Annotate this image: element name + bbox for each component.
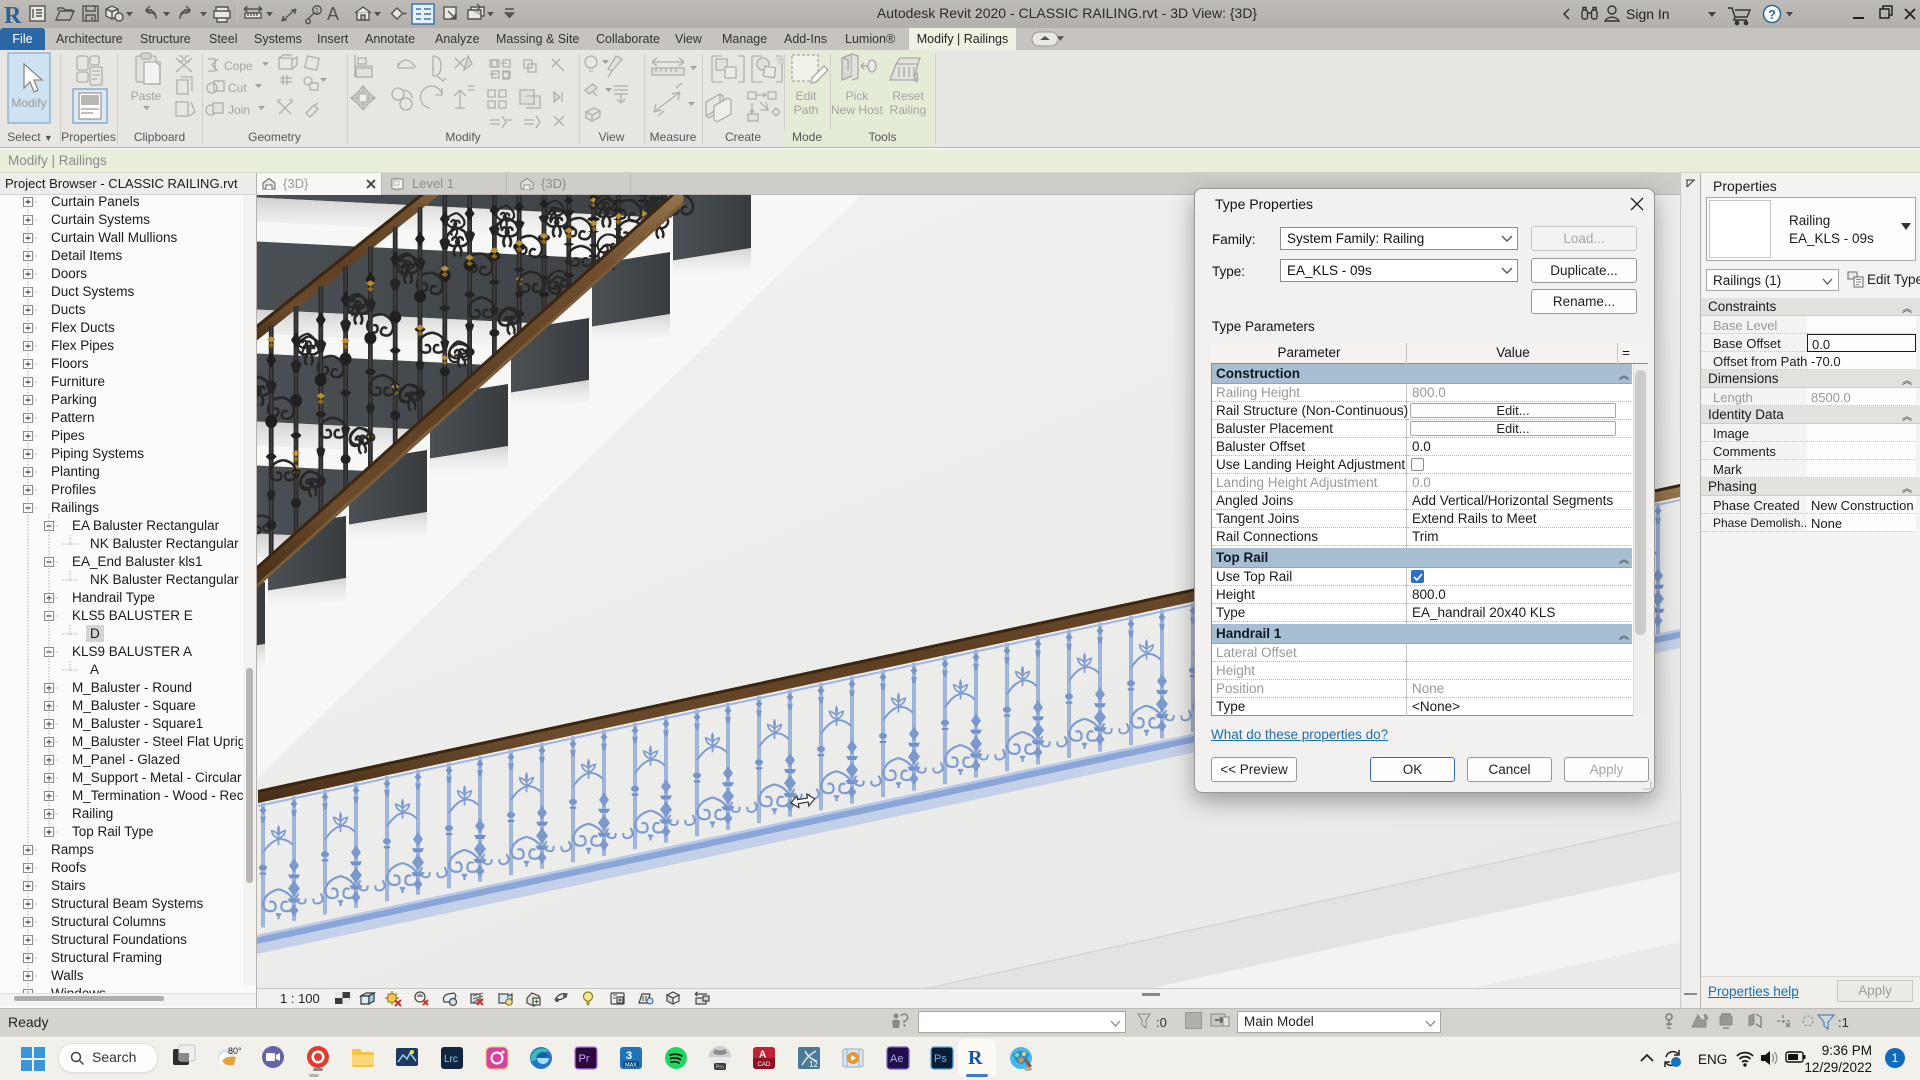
svg-text:Cope: Cope <box>224 59 253 73</box>
svg-text:Paste: Paste <box>131 89 162 103</box>
svg-text:Lrc: Lrc <box>444 1054 458 1065</box>
svg-text:CAD: CAD <box>758 1062 771 1068</box>
svg-text:A: A <box>759 1050 766 1061</box>
svg-text:R: R <box>968 1047 983 1069</box>
svg-text:Ae: Ae <box>890 1053 903 1065</box>
svg-text:3: 3 <box>626 1050 632 1062</box>
svg-text:Ps: Ps <box>934 1053 947 1065</box>
svg-text::1: :1 <box>1838 1015 1849 1030</box>
svg-text:?: ? <box>1768 7 1776 22</box>
svg-text:R: R <box>4 3 22 28</box>
svg-text:12: 12 <box>809 1060 818 1069</box>
svg-text::0: :0 <box>1156 1015 1167 1030</box>
svg-text:Sign In: Sign In <box>1626 6 1670 22</box>
svg-text:Join: Join <box>228 103 250 117</box>
svg-text:New Host: New Host <box>831 103 884 117</box>
svg-text:ENG: ENG <box>1698 1052 1727 1067</box>
svg-text:Cut: Cut <box>228 81 247 95</box>
svg-text:Pro: Pro <box>716 1065 724 1071</box>
svg-text:Modify: Modify <box>11 96 46 110</box>
svg-text:Path: Path <box>794 103 819 117</box>
svg-text:80°: 80° <box>228 1046 242 1056</box>
svg-text:Reset: Reset <box>892 89 924 103</box>
svg-text:Railing: Railing <box>890 103 927 117</box>
svg-text:Pr: Pr <box>579 1053 590 1065</box>
svg-text:Pick: Pick <box>846 89 870 103</box>
svg-text:Edit: Edit <box>796 89 817 103</box>
svg-text:MAX: MAX <box>625 1063 637 1069</box>
